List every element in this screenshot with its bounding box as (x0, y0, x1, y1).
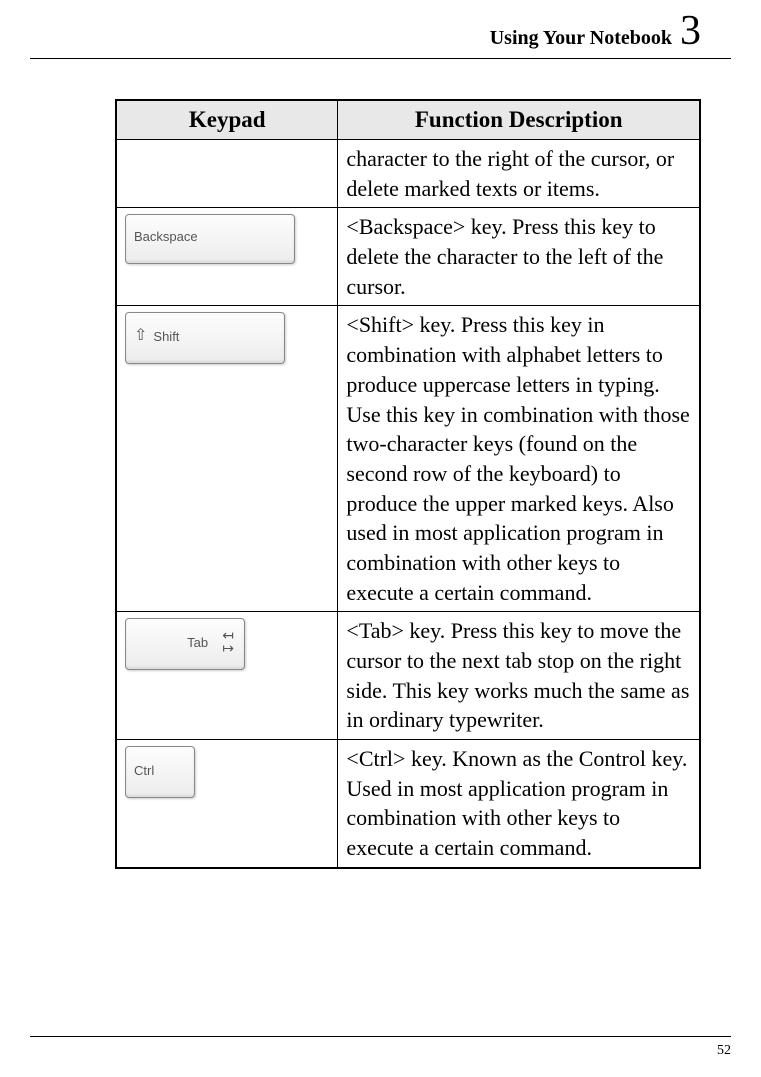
table-row: Ctrl <Ctrl> key. Known as the Control ke… (116, 740, 700, 868)
col-header-description: Function Description (338, 100, 700, 140)
tab-key-icon: Tab ↤↦ (125, 618, 245, 670)
table-row: character to the right of the cursor, or… (116, 140, 700, 208)
description-cell: <Shift> key. Press this key in combinati… (338, 306, 700, 612)
key-label: Shift (153, 329, 179, 344)
description-cell: <Tab> key. Press this key to move the cu… (338, 612, 700, 740)
description-cell: character to the right of the cursor, or… (338, 140, 700, 208)
key-label: Backspace (134, 229, 198, 244)
shift-arrow-icon: ⇧ (134, 327, 147, 344)
description-cell: <Backspace> key. Press this key to delet… (338, 208, 700, 306)
header-title: Using Your Notebook (490, 27, 672, 50)
shift-key-icon: ⇧ Shift (125, 312, 285, 364)
table-row: Tab ↤↦ <Tab> key. Press this key to move… (116, 612, 700, 740)
key-label: Tab (187, 635, 208, 650)
keypad-cell: Backspace (116, 208, 338, 306)
keypad-cell: Tab ↤↦ (116, 612, 338, 740)
backspace-key-icon: Backspace (125, 214, 295, 264)
col-header-keypad: Keypad (116, 100, 338, 140)
page-header: Using Your Notebook 3 (30, 0, 731, 59)
key-label: Ctrl (134, 763, 154, 778)
keypad-table: Keypad Function Description character to… (115, 99, 701, 869)
table-header-row: Keypad Function Description (116, 100, 700, 140)
page-number: 52 (717, 1043, 731, 1058)
keypad-cell (116, 140, 338, 208)
table-row: Backspace <Backspace> key. Press this ke… (116, 208, 700, 306)
chapter-number: 3 (680, 10, 701, 52)
keypad-cell: ⇧ Shift (116, 306, 338, 612)
table-row: ⇧ Shift <Shift> key. Press this key in co… (116, 306, 700, 612)
content-area: Keypad Function Description character to… (0, 59, 761, 869)
ctrl-key-icon: Ctrl (125, 746, 195, 798)
tab-arrows-icon: ↤↦ (222, 629, 234, 654)
keypad-cell: Ctrl (116, 740, 338, 868)
description-cell: <Ctrl> key. Known as the Control key. Us… (338, 740, 700, 868)
page-footer: 52 (30, 1036, 731, 1059)
